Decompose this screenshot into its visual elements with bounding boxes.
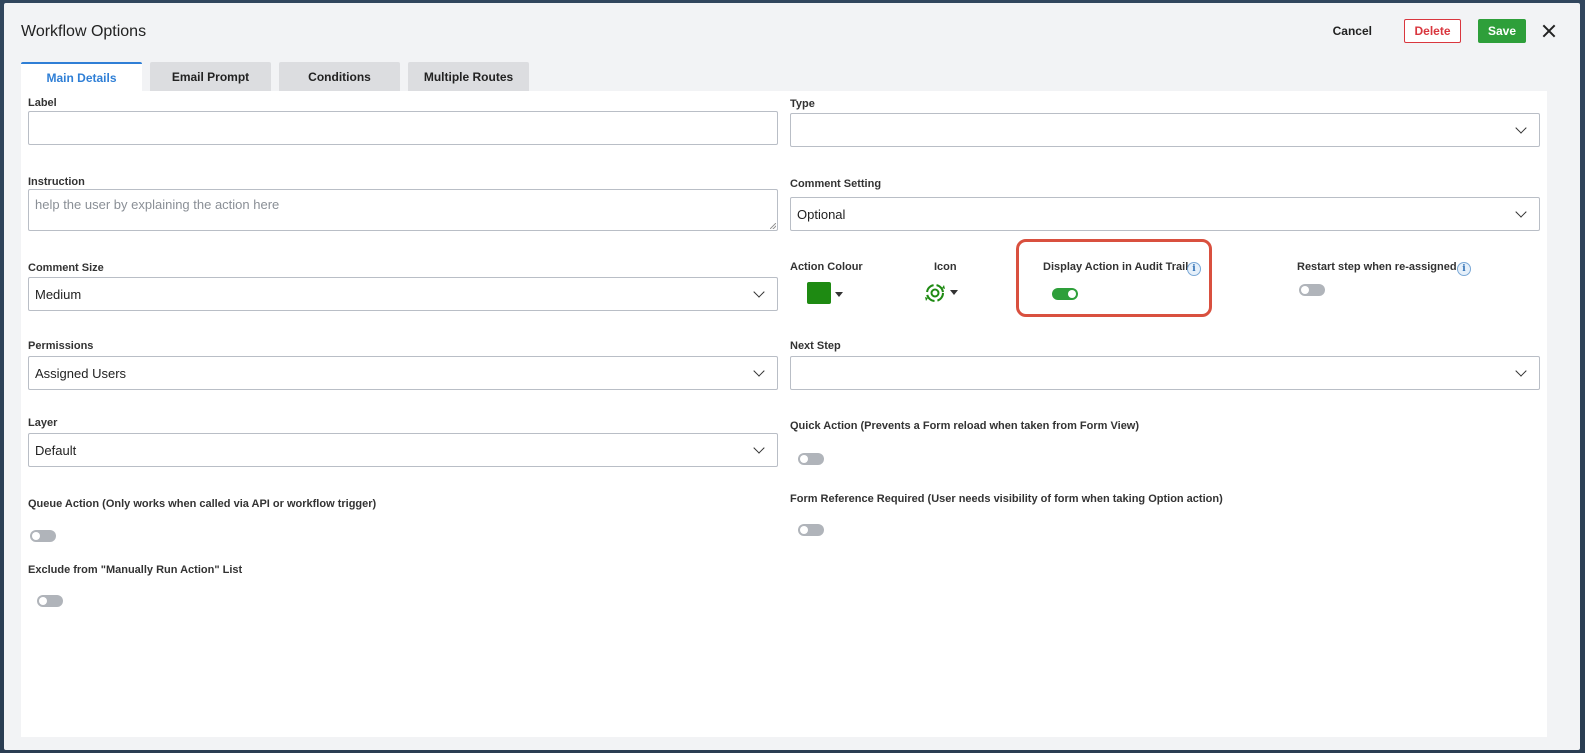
chevron-down-icon xyxy=(753,442,765,454)
tab-main-details[interactable]: Main Details xyxy=(21,62,142,91)
instruction-textarea[interactable]: help the user by explaining the action h… xyxy=(28,189,778,231)
chevron-down-icon xyxy=(753,365,765,377)
quick-action-toggle[interactable] xyxy=(798,453,824,465)
label-field-label: Label xyxy=(28,97,57,109)
permissions-value: Assigned Users xyxy=(35,365,127,381)
instruction-placeholder: help the user by explaining the action h… xyxy=(35,197,280,212)
exclude-manual-label: Exclude from "Manually Run Action" List xyxy=(28,564,243,576)
caret-down-icon[interactable] xyxy=(835,292,843,297)
queue-action-label: Queue Action (Only works when called via… xyxy=(28,498,377,510)
layer-select[interactable]: Default xyxy=(28,433,778,467)
chevron-down-icon xyxy=(1515,122,1527,134)
restart-step-toggle[interactable] xyxy=(1299,284,1325,296)
chevron-down-icon xyxy=(1515,365,1527,377)
tab-multiple-routes[interactable]: Multiple Routes xyxy=(408,62,529,91)
close-icon[interactable] xyxy=(1542,24,1556,38)
queue-action-toggle[interactable] xyxy=(30,530,56,542)
layer-label: Layer xyxy=(28,417,58,429)
action-colour-label: Action Colour xyxy=(790,261,863,273)
permissions-label: Permissions xyxy=(28,340,94,352)
comment-setting-label: Comment Setting xyxy=(790,178,882,190)
comment-setting-value: Optional xyxy=(797,206,846,222)
next-step-select[interactable] xyxy=(790,356,1540,390)
comment-size-select[interactable]: Medium xyxy=(28,277,778,311)
comment-size-value: Medium xyxy=(35,286,82,302)
comment-setting-select[interactable]: Optional xyxy=(790,197,1540,231)
action-colour-swatch[interactable] xyxy=(807,282,831,304)
cancel-button[interactable]: Cancel xyxy=(1333,24,1372,38)
form-reference-toggle[interactable] xyxy=(798,524,824,536)
dialog-title: Workflow Options xyxy=(21,23,147,40)
restart-step-label: Restart step when re-assigned xyxy=(1297,261,1457,273)
permissions-select[interactable]: Assigned Users xyxy=(28,356,778,390)
info-icon[interactable]: i xyxy=(1457,262,1471,276)
resize-grip-icon[interactable] xyxy=(770,223,776,229)
instruction-field-label: Instruction xyxy=(28,176,85,188)
caret-down-icon[interactable] xyxy=(950,290,958,295)
workflow-options-dialog: Workflow Options Cancel Delete Save Main… xyxy=(4,3,1580,750)
chevron-down-icon xyxy=(753,286,765,298)
label-input[interactable] xyxy=(28,111,778,145)
save-button[interactable]: Save xyxy=(1478,19,1526,43)
header-actions: Cancel Delete Save xyxy=(1333,19,1556,43)
tab-conditions[interactable]: Conditions xyxy=(279,62,400,91)
delete-button[interactable]: Delete xyxy=(1404,19,1461,43)
quick-action-label: Quick Action (Prevents a Form reload whe… xyxy=(790,420,1140,432)
main-details-panel: Label Type Instruction help the user by … xyxy=(21,91,1547,737)
type-field-label: Type xyxy=(790,98,815,110)
icon-field-label: Icon xyxy=(934,261,957,273)
tab-email-prompt[interactable]: Email Prompt xyxy=(150,62,271,91)
type-select[interactable] xyxy=(790,113,1540,147)
exclude-manual-toggle[interactable] xyxy=(37,595,63,607)
next-step-label: Next Step xyxy=(790,340,841,352)
layer-value: Default xyxy=(35,442,77,458)
form-reference-label: Form Reference Required (User needs visi… xyxy=(790,493,1223,505)
gear-cycle-icon[interactable] xyxy=(924,282,946,304)
tab-bar: Main Details Email Prompt Conditions Mul… xyxy=(21,62,537,91)
highlight-annotation xyxy=(1016,239,1212,317)
comment-size-label: Comment Size xyxy=(28,262,104,274)
chevron-down-icon xyxy=(1515,206,1527,218)
